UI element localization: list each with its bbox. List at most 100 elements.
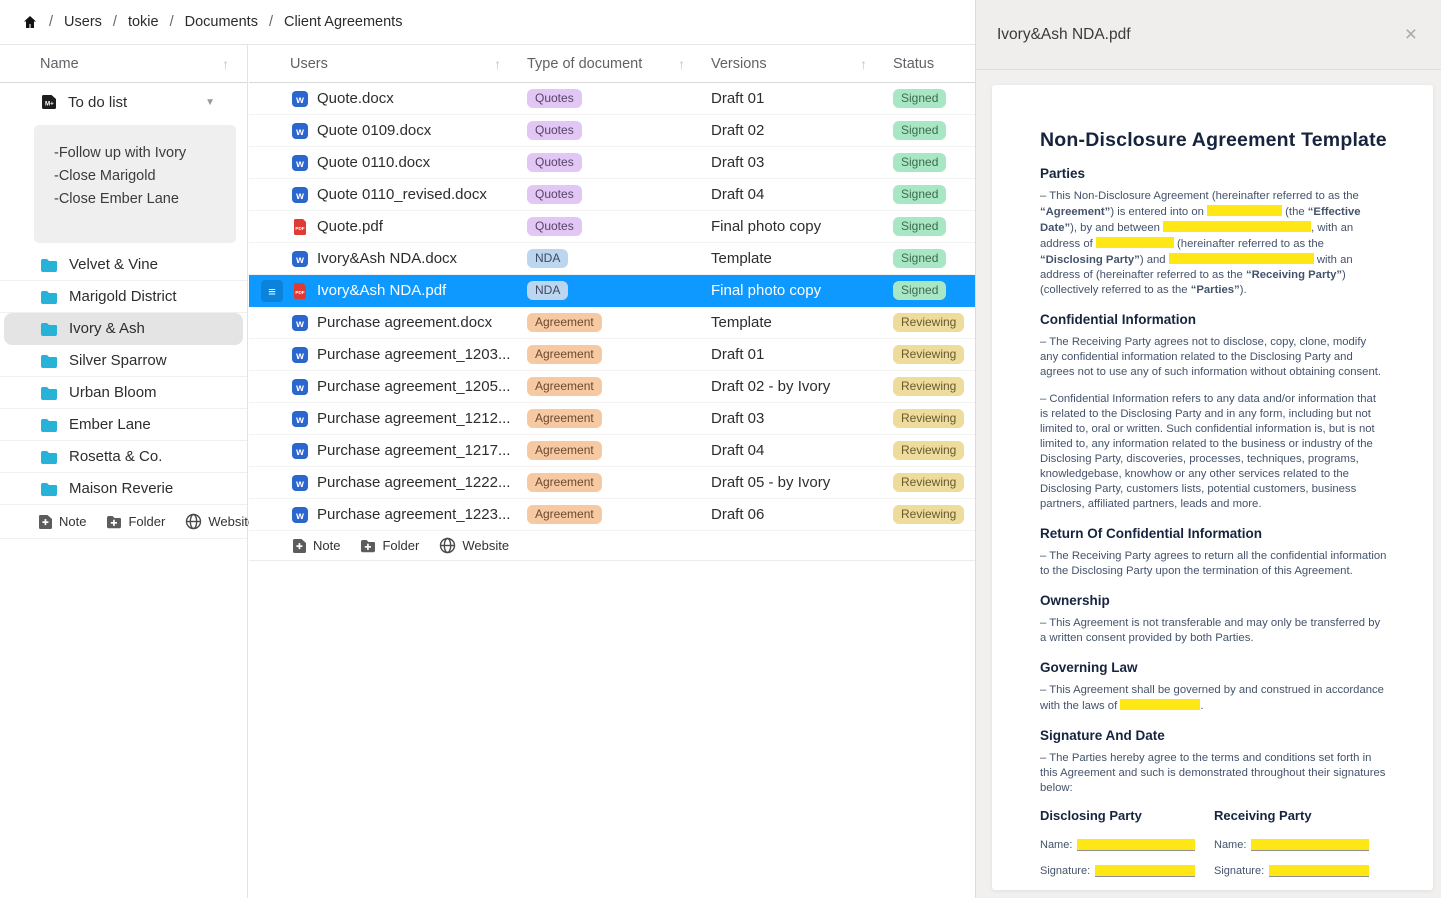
table-row[interactable]: PDFQuote.pdfQuotesFinal photo copySigned	[249, 211, 975, 243]
table-add-folder-button[interactable]: Folder	[360, 538, 419, 553]
sidebar-item-folder[interactable]: Velvet & Vine	[0, 249, 247, 281]
table-row[interactable]: wQuote.docxQuotesDraft 01Signed	[249, 83, 975, 115]
type-cell: Agreement	[527, 505, 711, 524]
file-name-cell: wIvory&Ash NDA.docx	[249, 250, 527, 268]
table-row[interactable]: wIvory&Ash NDA.docxNDATemplateSigned	[249, 243, 975, 275]
signature-party-heading: Disclosing Party	[1040, 808, 1195, 823]
sidebar-item-folder[interactable]: Marigold District	[0, 281, 247, 313]
status-badge: Signed	[893, 153, 946, 172]
column-header-label: Versions	[711, 56, 767, 72]
file-name-cell: w Purchase agreement.docx	[249, 314, 527, 332]
table-row[interactable]: wPurchase agreement_1222...AgreementDraf…	[249, 467, 975, 499]
todo-notes-textarea[interactable]: -Follow up with Ivory -Close Marigold -C…	[34, 125, 236, 243]
table-add-note-button[interactable]: Note	[292, 538, 340, 554]
status-cell: Signed	[893, 281, 975, 300]
breadcrumb-item[interactable]: Documents	[185, 14, 258, 30]
globe-icon	[439, 537, 456, 554]
version-cell: Draft 03	[711, 154, 893, 171]
type-badge: NDA	[527, 281, 568, 300]
signature-field: Signature:	[1214, 865, 1369, 877]
table-row[interactable]: wPurchase agreement_1223...AgreementDraf…	[249, 499, 975, 531]
document-sections: Parties– This Non-Disclosure Agreement (…	[1040, 166, 1387, 796]
status-cell: Signed	[893, 249, 975, 268]
type-badge: Agreement	[527, 377, 602, 396]
breadcrumb-item[interactable]: tokie	[128, 14, 159, 30]
file-name: Purchase agreement.docx	[317, 314, 492, 331]
folder-icon	[40, 354, 58, 368]
column-header-type-of-document[interactable]: Type of document↑	[527, 56, 711, 72]
sidebar-item-folder[interactable]: Rosetta & Co.	[0, 441, 247, 473]
sidebar-item-folder[interactable]: Ivory & Ash	[4, 313, 243, 345]
table-row[interactable]: ≡PDFIvory&Ash NDA.pdfNDAFinal photo copy…	[249, 275, 975, 307]
svg-text:w: w	[295, 511, 304, 522]
status-cell: Reviewing	[893, 441, 975, 460]
file-name-cell: wQuote 0110.docx	[249, 154, 527, 172]
column-header-status[interactable]: Status	[893, 56, 975, 72]
sidebar-column-header[interactable]: Name ↑	[0, 45, 247, 83]
table-row[interactable]: wQuote 0110.docxQuotesDraft 03Signed	[249, 147, 975, 179]
file-name: Quote.docx	[317, 90, 394, 107]
document-title: Non-Disclosure Agreement Template	[1040, 129, 1387, 152]
signature-field-label: Signature:	[1214, 865, 1264, 877]
file-name: Ivory&Ash NDA.pdf	[317, 282, 446, 299]
sidebar-add-note-button[interactable]: Note	[38, 514, 86, 530]
status-badge: Signed	[893, 89, 946, 108]
type-cell: Quotes	[527, 217, 711, 236]
note-add-icon	[38, 514, 53, 530]
table-row[interactable]: wPurchase agreement_1217...AgreementDraf…	[249, 435, 975, 467]
chevron-down-icon[interactable]: ▼	[205, 97, 215, 108]
sidebar-item-folder[interactable]: Silver Sparrow	[0, 345, 247, 377]
version-cell: Template	[711, 314, 893, 331]
sidebar-header-label: Name	[40, 56, 79, 72]
sort-ascending-icon[interactable]: ↑	[222, 56, 229, 72]
home-icon[interactable]	[22, 14, 38, 30]
todo-list-label: To do list	[68, 94, 127, 111]
folder-name: Silver Sparrow	[69, 352, 167, 369]
table-actions: Note Folder Website	[249, 531, 975, 561]
highlight-blank	[1169, 253, 1314, 264]
folder-name: Marigold District	[69, 288, 177, 305]
signature-field-label: Signature:	[1040, 865, 1090, 877]
sort-ascending-icon[interactable]: ↑	[860, 56, 867, 72]
type-badge: Quotes	[527, 217, 582, 236]
sidebar-item-folder[interactable]: Ember Lane	[0, 409, 247, 441]
close-icon[interactable]: ×	[1405, 24, 1417, 45]
file-name: Quote.pdf	[317, 218, 383, 235]
table-row[interactable]: wPurchase agreement.docxAgreementTemplat…	[249, 307, 975, 339]
version-cell: Template	[711, 250, 893, 267]
column-header-versions[interactable]: Versions ↑	[711, 56, 893, 72]
sidebar: Name ↑ M+ To do list ▼ -Follow up with I…	[0, 45, 248, 898]
breadcrumb-item[interactable]: Client Agreements	[284, 14, 402, 30]
table-row[interactable]: wQuote 0109.docxQuotesDraft 02Signed	[249, 115, 975, 147]
version-cell: Draft 04	[711, 442, 893, 459]
svg-text:w: w	[295, 159, 304, 170]
table-add-website-button[interactable]: Website	[439, 537, 509, 554]
sort-ascending-icon[interactable]: ↑	[494, 56, 501, 72]
word-file-icon: w	[291, 154, 309, 172]
table-row[interactable]: wPurchase agreement_1205...AgreementDraf…	[249, 371, 975, 403]
type-cell: Agreement	[527, 409, 711, 428]
breadcrumb-item[interactable]: Users	[64, 14, 102, 30]
table-row[interactable]: wPurchase agreement_1203...AgreementDraf…	[249, 339, 975, 371]
table-row[interactable]: wPurchase agreement_1212...AgreementDraf…	[249, 403, 975, 435]
drag-handle-icon[interactable]: ≡	[261, 280, 283, 302]
word-file-icon: w	[291, 314, 309, 332]
signature-highlight-blank	[1095, 865, 1195, 877]
sidebar-item-todo-list[interactable]: M+ To do list ▼	[0, 83, 247, 121]
folder-icon	[40, 258, 58, 272]
preview-panel: Ivory&Ash NDA.pdf × Non-Disclosure Agree…	[975, 0, 1441, 898]
column-header-users[interactable]: Users↑	[249, 56, 527, 72]
sidebar-add-folder-button[interactable]: Folder	[106, 514, 165, 529]
sidebar-item-folder[interactable]: Maison Reverie	[0, 473, 247, 505]
word-file-icon: w	[291, 378, 309, 396]
folder-add-icon	[106, 515, 122, 529]
highlight-blank	[1163, 221, 1311, 232]
sort-ascending-icon[interactable]: ↑	[678, 56, 685, 72]
action-label: Note	[59, 514, 86, 529]
sidebar-item-folder[interactable]: Urban Bloom	[0, 377, 247, 409]
table-header: Users↑Type of document↑Versions ↑ Status	[249, 45, 975, 83]
status-badge: Reviewing	[893, 345, 964, 364]
type-badge: Agreement	[527, 345, 602, 364]
sidebar-add-website-button[interactable]: Website	[185, 513, 255, 530]
table-row[interactable]: wQuote 0110_revised.docxQuotesDraft 04Si…	[249, 179, 975, 211]
